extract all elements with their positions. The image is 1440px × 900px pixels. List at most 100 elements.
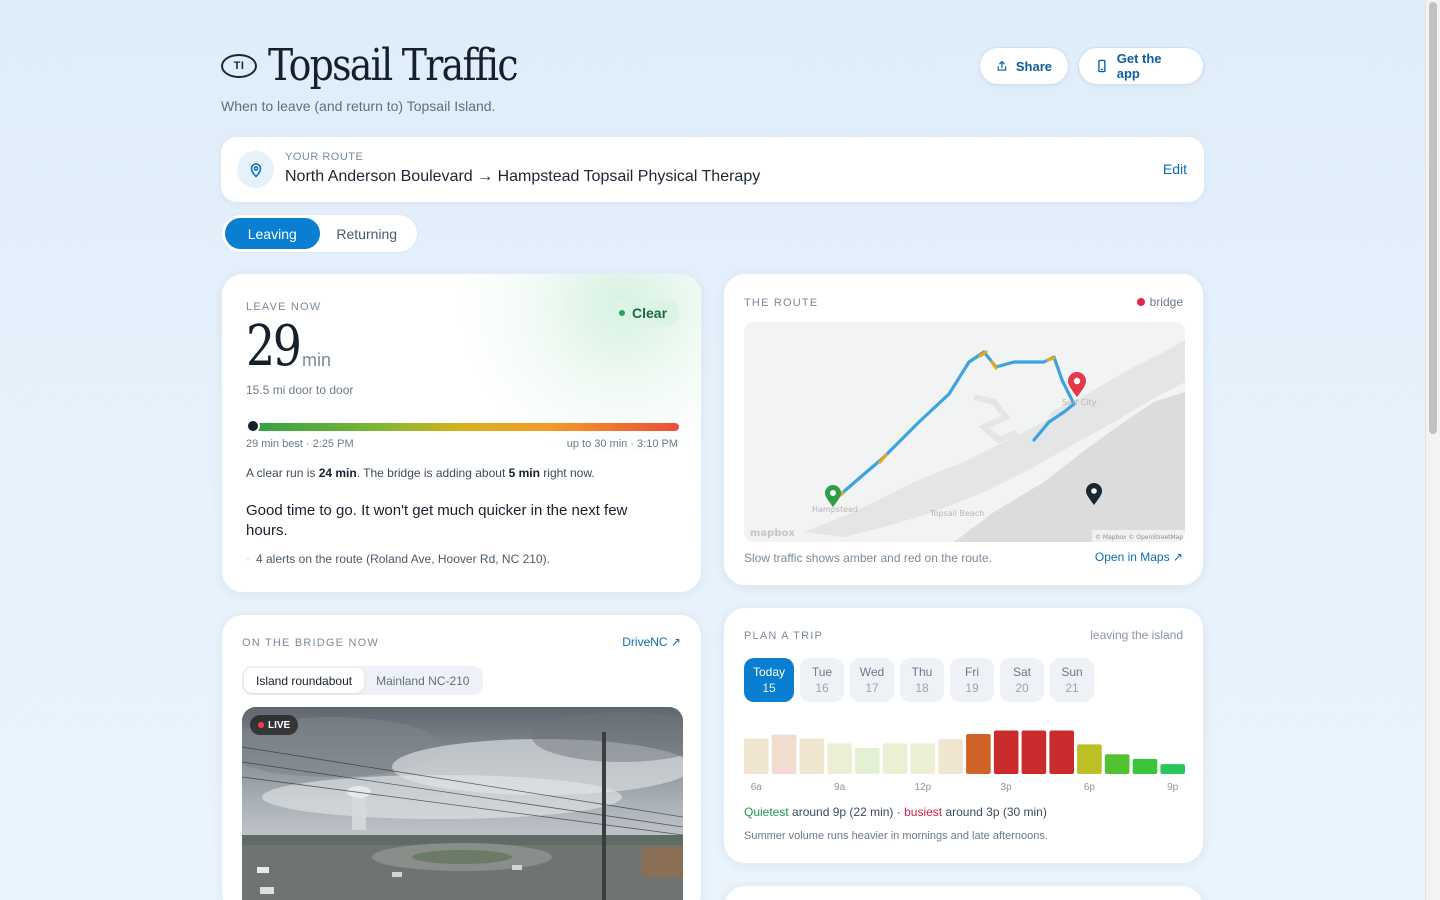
hourly-bar[interactable] [1049, 730, 1074, 775]
day-number: 19 [965, 681, 979, 695]
day-option[interactable]: Today 15 [744, 658, 794, 702]
hourly-bar[interactable] [966, 734, 991, 774]
route-map-label: THE ROUTE [744, 297, 819, 309]
hour-tick-label: 9p [1167, 782, 1179, 793]
hourly-bar[interactable] [771, 734, 797, 774]
day-name: Wed [859, 665, 885, 679]
hourly-bar[interactable] [993, 730, 1019, 775]
map-legend: bridge [1136, 295, 1183, 309]
bridge-label: ON THE BRIDGE NOW [242, 637, 379, 649]
page-scrollbar[interactable] [1425, 0, 1440, 900]
live-badge: LIVE [250, 715, 299, 735]
tab-mainland-nc210[interactable]: Mainland NC-210 [364, 668, 481, 693]
edit-route-link[interactable]: Edit [1163, 161, 1187, 177]
plan-trip-label: PLAN A TRIP [744, 630, 824, 642]
route-label: YOUR ROUTE [285, 151, 364, 163]
map-canvas: Hampstead Topsail Beach Surf City mapbox… [744, 322, 1185, 542]
hourly-bar[interactable] [938, 739, 963, 774]
drivenc-link[interactable]: DriveNC ↗ [622, 635, 681, 649]
bridge-camera-card: ON THE BRIDGE NOW DriveNC ↗ Island round… [221, 614, 702, 900]
seasonal-note: Summer volume runs heavier in mornings a… [744, 830, 1048, 842]
share-button[interactable]: Share [979, 47, 1069, 85]
day-name: Sun [1061, 665, 1083, 679]
hourly-bar[interactable] [1104, 754, 1130, 774]
plan-direction-label: leaving the island [1090, 628, 1183, 642]
day-name: Fri [965, 665, 979, 679]
tab-returning[interactable]: Returning [320, 218, 415, 249]
app-title: Topsail Traffic [268, 40, 519, 91]
travel-time-value: 29 [246, 314, 302, 379]
phone-icon [1098, 59, 1106, 73]
hourly-bar[interactable] [827, 743, 852, 774]
bridge-delay-value: 5 min [508, 466, 540, 480]
open-in-maps-link[interactable]: Open in Maps ↗ [1095, 550, 1183, 564]
bridge-legend-label: bridge [1149, 295, 1183, 309]
alerts-label: 4 alerts on the route (Roland Ave, Hoove… [256, 552, 550, 566]
get-app-button[interactable]: Get the app [1078, 47, 1204, 85]
route-card[interactable]: YOUR ROUTE North Anderson Boulevard → Ha… [221, 137, 1204, 202]
hourly-bar[interactable] [1160, 764, 1185, 774]
hourly-bar[interactable] [799, 738, 825, 774]
hour-tick-label: 6a [751, 782, 763, 793]
day-option[interactable]: Sun 21 [1050, 658, 1094, 702]
camera-image [242, 707, 683, 900]
place-surf: Surf City [1062, 398, 1097, 407]
live-camera-feed[interactable]: LIVE [242, 707, 683, 900]
route-text: North Anderson Boulevard → Hampstead Top… [285, 168, 761, 185]
travel-time-unit: min [302, 350, 332, 370]
page-header: TI Topsail Traffic When to leave (and re… [221, 40, 1204, 122]
direction-toggle: Leaving Returning [221, 214, 418, 253]
route-map[interactable]: Hampstead Topsail Beach Surf City mapbox… [744, 322, 1185, 542]
day-name: Today [752, 665, 786, 679]
quietest-label: Quietest [744, 805, 789, 819]
share-label: Share [1015, 58, 1052, 74]
clear-run-suffix: right now. [539, 466, 595, 480]
leave-now-label: LEAVE NOW [246, 301, 322, 313]
hourly-bar[interactable] [910, 743, 936, 774]
hour-tick-label: 9a [834, 782, 846, 793]
day-option[interactable]: Thu 18 [900, 658, 944, 702]
camera-tabs: Island roundabout Mainland NC-210 [242, 666, 484, 695]
busiest-text: around 3p (30 min) [942, 805, 1047, 819]
day-option[interactable]: Fri 19 [950, 658, 994, 702]
place-hampstead: Hampstead [812, 505, 858, 514]
traffic-range-marker [246, 419, 260, 433]
location-pin-icon [237, 151, 274, 188]
status-text: Clear [632, 305, 668, 321]
day-number: 18 [915, 681, 929, 695]
bullet-icon: · [246, 552, 250, 566]
tab-island-roundabout[interactable]: Island roundabout [244, 668, 365, 693]
day-selector: Today 15 Tue 16 Wed 17 Thu 18 Fri 19 Sat 20 Sun 21 [744, 658, 1094, 702]
route-map-card: THE ROUTE bridge Hampstead Topsail Beach… [723, 273, 1204, 586]
distance-text: 15.5 mi door to door [246, 383, 354, 397]
advice-text: Good time to go. It won't get much quick… [246, 502, 628, 539]
hour-tick-label: 6p [1084, 782, 1096, 793]
alerts-text[interactable]: · 4 alerts on the route (Roland Ave, Hoov… [246, 552, 550, 566]
get-app-label: Get the app [1116, 51, 1162, 81]
hour-tick-label: 3p [1001, 782, 1013, 793]
map-attribution[interactable]: © Mapbox © OpenStreetMap [1095, 534, 1183, 541]
day-option[interactable]: Sat 20 [1000, 658, 1044, 702]
clear-run-text: A clear run is 24 min. The bridge is add… [246, 466, 595, 480]
hourly-bar[interactable] [744, 738, 769, 774]
scrollbar-thumb[interactable] [1429, 2, 1437, 434]
day-number: 16 [815, 681, 829, 695]
next-card [723, 885, 1204, 900]
map-caption: Slow traffic shows amber and red on the … [744, 551, 992, 565]
hourly-bar[interactable] [882, 743, 908, 774]
day-option[interactable]: Wed 17 [850, 658, 894, 702]
hourly-bar[interactable] [855, 747, 880, 774]
hourly-traffic-chart: 6a 9a 12p 3p 6p 9p [744, 730, 1185, 793]
hourly-bar[interactable] [1021, 730, 1047, 775]
tab-leaving[interactable]: Leaving [225, 218, 320, 249]
quietest-text: around 9p (22 min) · [788, 805, 905, 819]
hourly-bar[interactable] [1132, 758, 1158, 774]
status-dot [619, 310, 625, 316]
quiet-busy-summary: Quietest around 9p (22 min) · busiest ar… [744, 805, 1047, 819]
live-dot [258, 722, 264, 728]
hourly-bar[interactable] [1077, 744, 1102, 774]
live-label: LIVE [268, 719, 291, 731]
day-number: 15 [762, 681, 776, 695]
day-name: Thu [911, 665, 933, 679]
day-option[interactable]: Tue 16 [800, 658, 844, 702]
